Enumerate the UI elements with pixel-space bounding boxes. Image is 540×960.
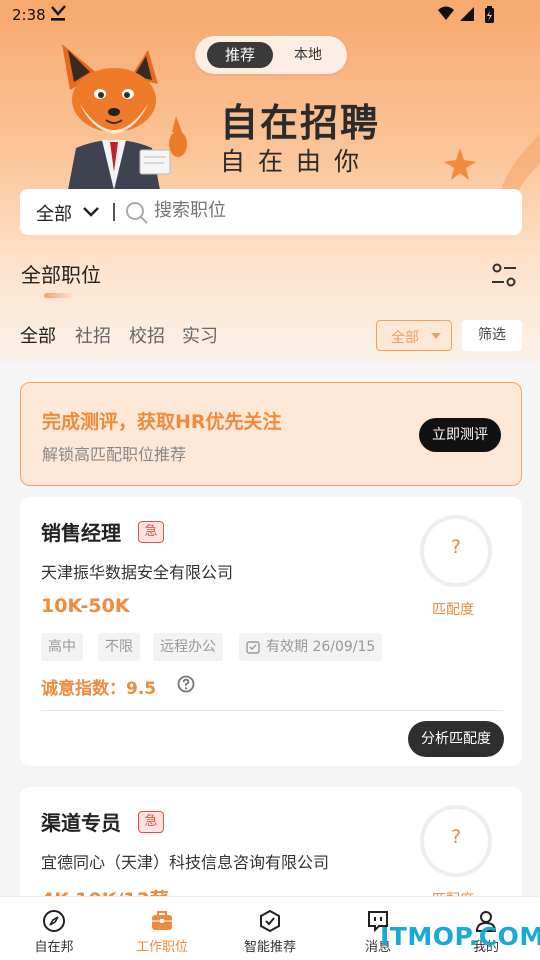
match-value: ? <box>450 826 462 848</box>
compass-icon <box>43 910 65 932</box>
search-divider <box>113 203 115 221</box>
company-name: 天津振华数据安全有限公司 <box>41 563 234 582</box>
search-input[interactable] <box>154 200 454 221</box>
briefcase-icon <box>152 911 172 930</box>
filter-settings-icon[interactable] <box>490 263 518 289</box>
tag-education: 高中 <box>41 633 83 661</box>
nav-label: 工作职位 <box>135 940 188 955</box>
nav-item-recommend[interactable]: 智能推荐 <box>216 897 324 960</box>
fox-mascot-illustration <box>62 44 187 190</box>
site-watermark: ITMOP.COM <box>380 922 540 951</box>
urgent-badge: 急 <box>138 811 164 833</box>
analyze-match-button[interactable]: 分析匹配度 <box>408 721 504 757</box>
sincerity-index: 诚意指数：9.5 <box>41 679 157 699</box>
nav-item-jobs[interactable]: 工作职位 <box>108 897 216 960</box>
search-bar: 全部 <box>20 189 522 235</box>
match-ring: ? <box>420 515 492 587</box>
start-assessment-button[interactable]: 立即测评 <box>419 418 501 452</box>
system-indicators-icon <box>438 6 494 23</box>
tab-all[interactable]: 全部 <box>20 322 56 348</box>
tag-experience: 不限 <box>98 633 140 661</box>
urgent-badge: 急 <box>138 521 164 543</box>
dropdown-label: 全部 <box>391 330 419 346</box>
match-label: 匹配度 <box>432 602 474 618</box>
validity-text: 有效期 26/09/15 <box>266 639 376 655</box>
job-title: 渠道专员 <box>41 811 121 835</box>
category-dropdown[interactable]: 全部 <box>376 320 452 351</box>
job-card[interactable]: 销售经理 急 天津振华数据安全有限公司 10K-50K ? 匹配度 高中 不限 … <box>20 497 522 766</box>
segment-recommended[interactable]: 推荐 <box>207 42 273 68</box>
tag-remote: 远程办公 <box>153 633 223 661</box>
banner-subtext: 解锁高匹配职位推荐 <box>42 445 187 464</box>
tab-campus[interactable]: 校招 <box>129 322 165 348</box>
tag-validity: 有效期 26/09/15 <box>239 633 383 661</box>
job-title: 销售经理 <box>41 521 121 545</box>
card-divider <box>41 710 503 711</box>
job-card[interactable]: 渠道专员 急 宜德同心（天津）科技信息咨询有限公司 4K-10K/13薪 ? 匹… <box>20 787 522 907</box>
match-value: ? <box>450 536 462 558</box>
screen-button[interactable]: 筛选 <box>462 320 522 351</box>
search-scope-label[interactable]: 全部 <box>36 200 72 226</box>
caret-down-icon <box>431 333 441 339</box>
section-title-underline <box>44 293 74 298</box>
segment-local[interactable]: 本地 <box>283 42 333 68</box>
hero-title: 自在招聘 <box>220 101 381 145</box>
region-segment-control: 推荐 本地 <box>195 36 347 74</box>
tab-social[interactable]: 社招 <box>75 322 111 348</box>
recommend-badge-icon <box>260 909 280 933</box>
nav-item-home[interactable]: 自在邦 <box>0 897 108 960</box>
section-title: 全部职位 <box>21 263 101 287</box>
assessment-banner: 完成测评，获取HR优先关注 解锁高匹配职位推荐 立即测评 <box>20 382 522 486</box>
nav-label: 自在邦 <box>34 940 74 955</box>
status-bar: 2:38 <box>0 0 540 30</box>
tab-intern[interactable]: 实习 <box>182 322 218 348</box>
banner-heading: 完成测评，获取HR优先关注 <box>42 411 282 433</box>
hero-subtitle: 自在由你 <box>220 147 373 176</box>
question-circle-icon[interactable] <box>177 675 195 693</box>
match-ring: ? <box>420 805 492 877</box>
salary: 10K-50K <box>41 595 130 617</box>
chevron-down-icon[interactable] <box>82 205 100 219</box>
calendar-icon <box>246 641 260 654</box>
download-status-icon <box>51 5 66 21</box>
company-name: 宜德同心（天津）科技信息咨询有限公司 <box>41 853 330 872</box>
status-time: 2:38 <box>12 6 46 24</box>
search-icon <box>126 202 148 224</box>
nav-label: 智能推荐 <box>243 940 296 955</box>
